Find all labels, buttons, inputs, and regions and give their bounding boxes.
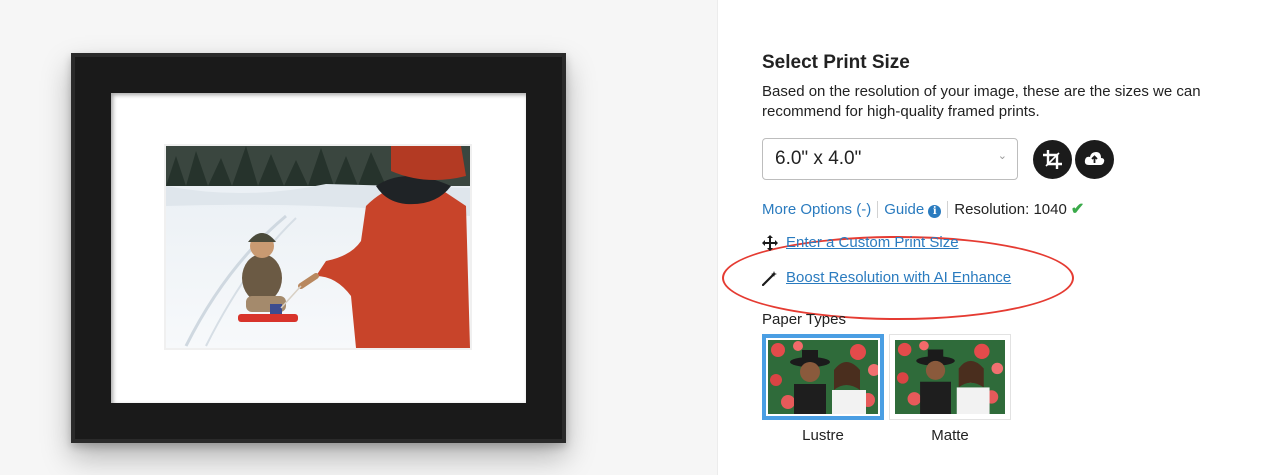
paper-thumbnail	[895, 340, 1005, 414]
magic-wand-icon	[762, 270, 777, 286]
crop-button[interactable]	[1033, 140, 1072, 179]
section-description: Based on the resolution of your image, t…	[762, 83, 1201, 120]
paper-option-matte[interactable]	[889, 334, 1011, 420]
more-options-link[interactable]: More Options (-)	[762, 201, 871, 218]
custom-print-size-link[interactable]: Enter a Custom Print Size	[786, 234, 959, 251]
boost-resolution-link[interactable]: Boost Resolution with AI Enhance	[786, 269, 1011, 286]
chevron-down-icon: ⌄	[997, 150, 1007, 162]
move-arrows-icon	[762, 234, 778, 251]
paper-name-lustre: Lustre	[802, 427, 844, 444]
links-row: More Options (-) Guide i Resolution: 1040…	[762, 199, 1084, 219]
couple-photo-thumbnail	[895, 340, 1005, 414]
paper-types-label: Paper Types	[762, 311, 846, 328]
print-size-select[interactable]: 6.0" x 4.0" ⌄	[762, 138, 1018, 180]
divider	[947, 200, 949, 218]
boost-resolution-option[interactable]: Boost Resolution with AI Enhance	[762, 269, 1011, 286]
crop-icon	[1043, 150, 1062, 169]
cloud-upload-icon	[1084, 152, 1105, 165]
print-preview-pane	[0, 0, 718, 475]
resolution-text: Resolution: 1040	[954, 200, 1067, 218]
paper-name-matte: Matte	[931, 427, 969, 444]
custom-print-size-option[interactable]: Enter a Custom Print Size	[762, 234, 959, 251]
couple-photo-thumbnail	[768, 340, 878, 414]
section-title: Select Print Size	[762, 52, 910, 73]
info-icon: i	[928, 204, 942, 218]
guide-link[interactable]: Guide i	[884, 200, 942, 218]
snow-sled-photo	[166, 146, 470, 348]
paper-thumbnail	[768, 340, 878, 414]
print-size-value: 6.0" x 4.0"	[775, 148, 862, 169]
divider	[877, 200, 879, 218]
preview-photo	[164, 144, 472, 350]
upload-button[interactable]	[1075, 140, 1114, 179]
check-icon: ✔	[1070, 201, 1085, 218]
picture-frame	[71, 53, 566, 443]
frame-mat	[111, 93, 526, 403]
paper-option-lustre[interactable]	[762, 334, 884, 420]
guide-link-label: Guide	[884, 200, 925, 218]
